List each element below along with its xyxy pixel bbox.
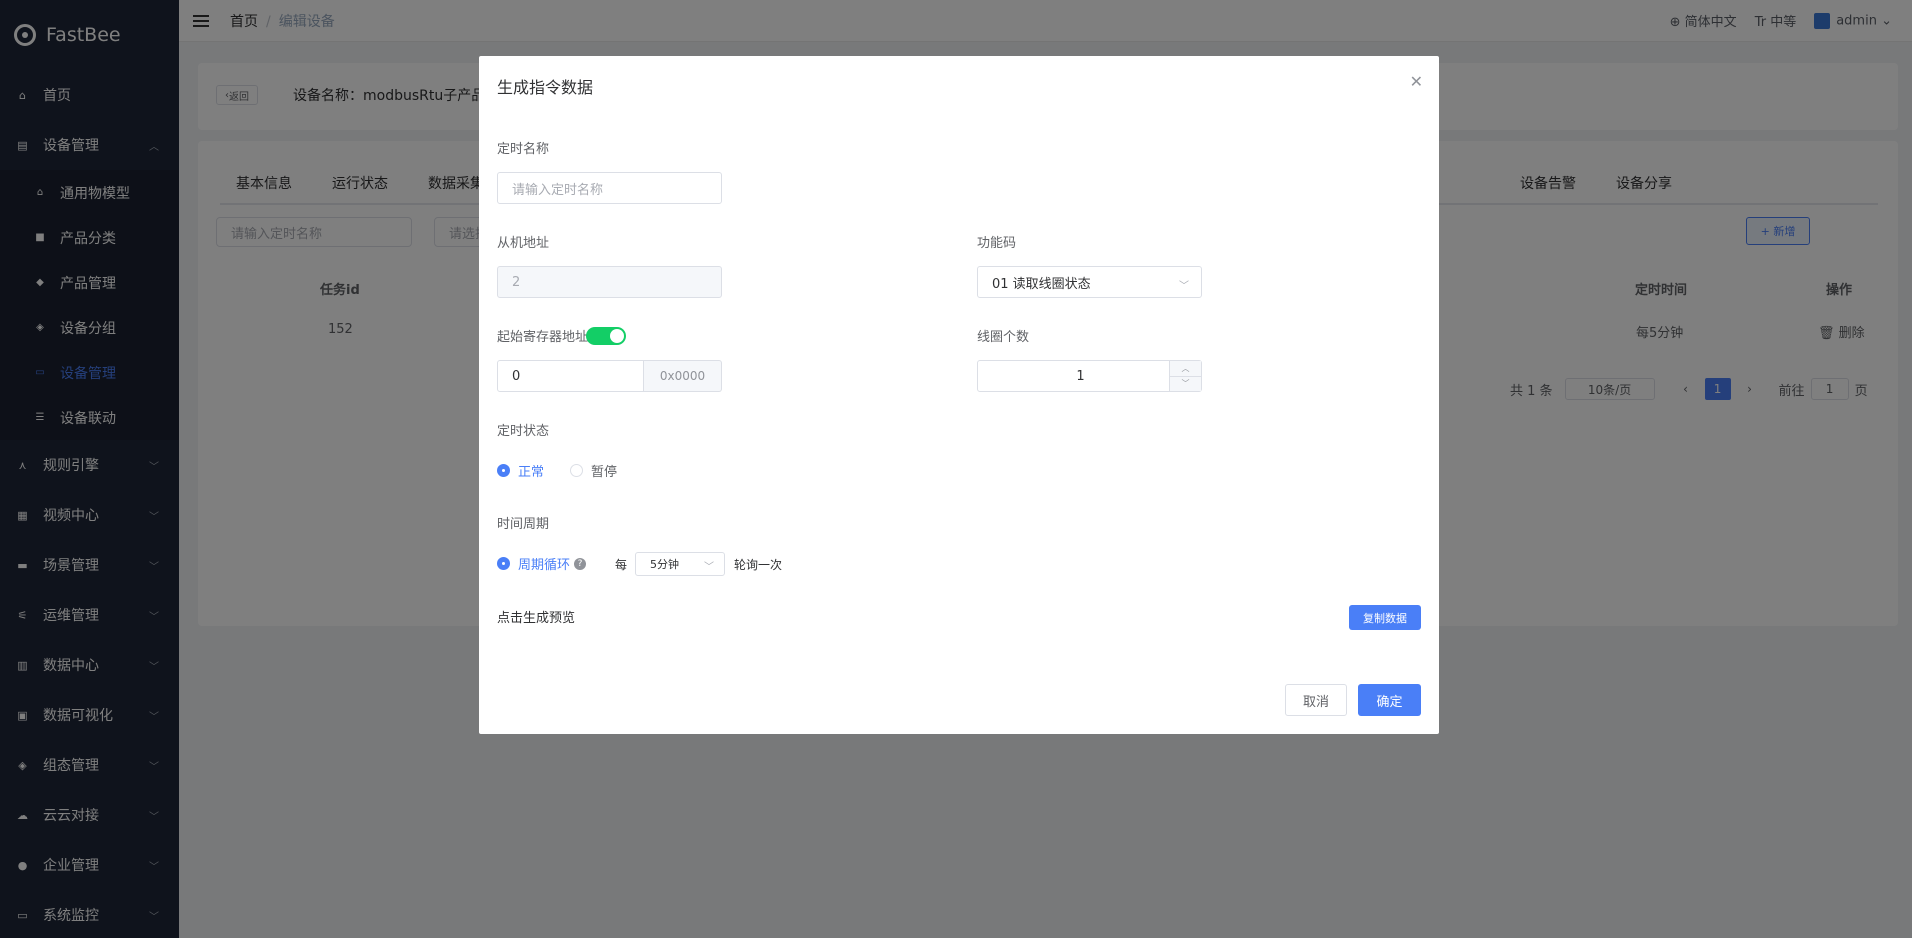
period-cycle-label: 周期循环: [518, 558, 571, 573]
start-register-input[interactable]: 0: [497, 360, 644, 392]
period-suffix-label: 轮询一次: [734, 558, 783, 572]
function-code-value: 01 读取线圈状态: [992, 276, 1091, 292]
status-pause-label: 暂停: [591, 465, 618, 480]
time-period-label: 时间周期: [497, 517, 550, 532]
radio-checked-icon: [497, 464, 510, 477]
period-select[interactable]: 5分钟 ﹀: [635, 552, 725, 576]
slave-address-input: 2: [497, 266, 722, 298]
period-every-label: 每: [615, 558, 628, 572]
timer-status-label: 定时状态: [497, 424, 550, 439]
generate-command-dialog: 生成指令数据 ✕ 定时名称 请输入定时名称 从机地址 2 功能码 01 读取线圈…: [479, 56, 1439, 734]
status-normal-label: 正常: [518, 465, 545, 480]
period-value: 5分钟: [650, 558, 679, 571]
help-icon[interactable]: ?: [574, 557, 587, 570]
radio-unchecked-icon: [570, 464, 583, 477]
function-code-label: 功能码: [977, 236, 1017, 251]
coil-count-stepper[interactable]: 1 ︿ ﹀: [977, 360, 1202, 392]
confirm-button[interactable]: 确定: [1358, 684, 1421, 716]
chevron-down-icon: ﹀: [704, 562, 714, 573]
function-code-select[interactable]: 01 读取线圈状态 ﹀: [977, 266, 1202, 298]
timer-name-label: 定时名称: [497, 142, 550, 157]
dialog-title: 生成指令数据: [497, 78, 594, 97]
coil-count-value: 1: [1076, 368, 1085, 384]
start-register-hex: 0x0000: [644, 360, 722, 392]
cancel-button[interactable]: 取消: [1285, 684, 1347, 716]
status-normal-radio[interactable]: 正常: [497, 461, 544, 480]
preview-label[interactable]: 点击生成预览: [497, 607, 575, 626]
increase-icon[interactable]: ︿: [1170, 361, 1201, 377]
coil-count-label: 线圈个数: [977, 330, 1030, 345]
slave-address-label: 从机地址: [497, 236, 550, 251]
close-icon[interactable]: ✕: [1410, 72, 1423, 91]
radio-checked-icon: [497, 557, 510, 570]
period-cycle-radio[interactable]: 周期循环?: [497, 554, 587, 573]
decrease-icon[interactable]: ﹀: [1170, 377, 1201, 392]
start-register-label: 起始寄存器地址: [497, 330, 589, 345]
copy-data-button[interactable]: 复制数据: [1349, 605, 1421, 630]
chevron-down-icon: ﹀: [1179, 281, 1189, 292]
stepper-buttons: ︿ ﹀: [1169, 361, 1201, 391]
hex-toggle-switch[interactable]: [586, 327, 626, 345]
status-pause-radio[interactable]: 暂停: [570, 461, 617, 480]
timer-name-input[interactable]: 请输入定时名称: [497, 172, 722, 204]
